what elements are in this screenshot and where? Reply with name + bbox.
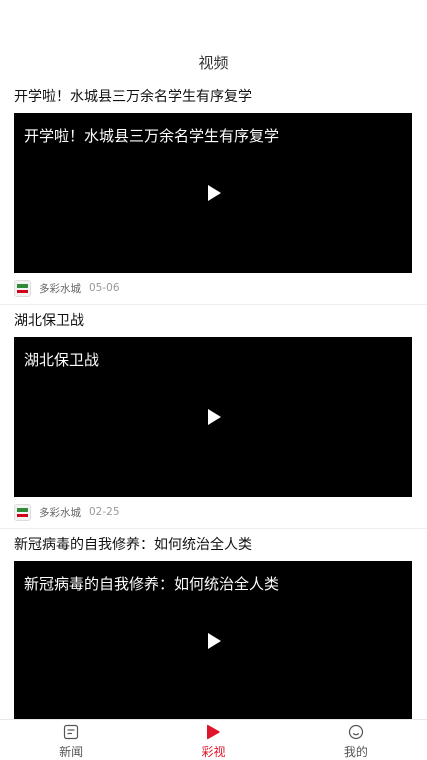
- page-title: 视频: [198, 54, 229, 72]
- publish-date: 05-06: [89, 282, 120, 294]
- video-meta: 多彩水城 05-06: [14, 279, 120, 297]
- tab-label: 新闻: [59, 745, 84, 759]
- video-title[interactable]: 新冠病毒的自我修养：如何统治全人类: [14, 534, 252, 554]
- bottom-tab-bar: 新闻 彩视 我的: [0, 719, 427, 760]
- tab-label: 彩视: [201, 745, 226, 759]
- news-icon: [64, 724, 79, 740]
- source-logo-icon: [14, 503, 31, 521]
- video-feed: 开学啦！水城县三万余名学生有序复学 开学啦！水城县三万余名学生有序复学 多彩水城…: [0, 82, 427, 754]
- video-caption: 新冠病毒的自我修养：如何统治全人类: [24, 575, 280, 593]
- divider: [0, 528, 427, 529]
- tab-label: 我的: [343, 745, 368, 759]
- source-name: 多彩水城: [39, 506, 81, 519]
- tab-video[interactable]: 彩视: [142, 720, 284, 760]
- video-player[interactable]: 新冠病毒的自我修养：如何统治全人类: [14, 561, 412, 721]
- video-caption: 开学啦！水城县三万余名学生有序复学: [24, 127, 280, 145]
- play-icon[interactable]: [208, 185, 221, 201]
- divider: [0, 304, 427, 305]
- video-card[interactable]: 开学啦！水城县三万余名学生有序复学 开学啦！水城县三万余名学生有序复学 多彩水城…: [0, 82, 427, 306]
- video-title[interactable]: 开学啦！水城县三万余名学生有序复学: [14, 86, 252, 106]
- video-caption: 湖北保卫战: [24, 351, 100, 369]
- play-icon: [207, 724, 221, 740]
- video-title[interactable]: 湖北保卫战: [14, 310, 84, 330]
- publish-date: 02-25: [89, 506, 120, 518]
- tab-mine[interactable]: 我的: [285, 720, 427, 760]
- play-icon[interactable]: [208, 633, 221, 649]
- video-player[interactable]: 湖北保卫战: [14, 337, 412, 497]
- play-icon[interactable]: [208, 409, 221, 425]
- video-player[interactable]: 开学啦！水城县三万余名学生有序复学: [14, 113, 412, 273]
- video-meta: 多彩水城 02-25: [14, 503, 120, 521]
- app-header: 视频: [0, 0, 427, 82]
- video-card[interactable]: 湖北保卫战 湖北保卫战 多彩水城 02-25: [0, 306, 427, 530]
- tab-news[interactable]: 新闻: [0, 720, 142, 760]
- smile-icon: [348, 724, 363, 740]
- source-logo-icon: [14, 279, 31, 297]
- source-name: 多彩水城: [39, 282, 81, 295]
